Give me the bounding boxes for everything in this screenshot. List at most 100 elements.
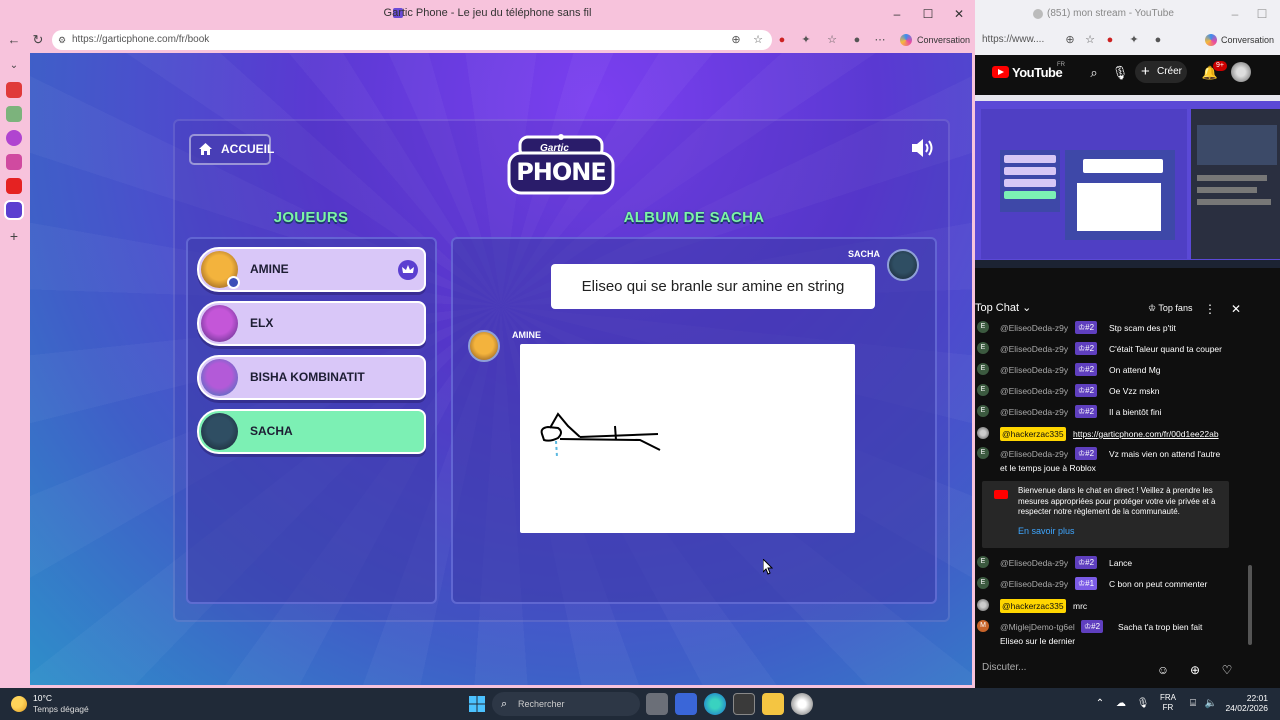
weather-text[interactable]: Temps dégagé (33, 704, 89, 714)
profile-icon[interactable]: ● (848, 31, 866, 49)
sidebar-app-purple-icon[interactable] (6, 130, 22, 146)
youtube-play-icon (994, 490, 1008, 499)
profile-icon[interactable]: ● (1149, 31, 1167, 49)
more-menu-icon[interactable]: ⋯ (871, 31, 889, 49)
right-url-bar[interactable]: https://www.... (982, 31, 1062, 49)
chat-scrollbar[interactable] (1248, 565, 1252, 645)
sidebar-search-icon[interactable] (6, 154, 22, 170)
sound-icon[interactable] (910, 136, 936, 160)
translate-icon[interactable]: ⊕ (1061, 31, 1079, 49)
store-icon[interactable] (733, 693, 755, 715)
avatar: E (977, 384, 989, 396)
back-icon[interactable]: ← (5, 31, 23, 49)
chat-author[interactable]: @MiglejDemo-tg6el (1000, 620, 1075, 634)
edge-icon[interactable] (704, 693, 726, 715)
maximize-icon[interactable]: ☐ (1247, 5, 1277, 23)
favorites-bar-icon[interactable]: ☆ (823, 31, 841, 49)
chat-author[interactable]: @hackerzac335 (1000, 599, 1066, 613)
chat-author[interactable]: @hackerzac335 (1000, 427, 1066, 441)
search-icon[interactable]: ⌕ (1085, 64, 1103, 82)
player-card-amine[interactable]: AMINE (197, 247, 426, 292)
temperature[interactable]: 10°C (33, 693, 52, 703)
chat-author[interactable]: @EliseoDeda-z9y (1000, 384, 1068, 398)
sidebar-youtube-icon[interactable] (6, 178, 22, 194)
chat-author[interactable]: @EliseoDeda-z9y (1000, 321, 1068, 335)
chat-text: Il a bientôt fini (1109, 407, 1162, 417)
chat-link[interactable]: https://garticphone.com/fr/00d1ee22ab (1073, 427, 1219, 441)
chat-author[interactable]: @EliseoDeda-z9y (1000, 556, 1068, 570)
top-fans-button[interactable]: ♔ Top fans (1148, 303, 1192, 314)
youtube-page: YouTube FR ⌕ 🎙 + Créer 🔔 9+ Top Chat ⌄ ♔… (975, 55, 1280, 688)
chat-author[interactable]: @EliseoDeda-z9y (1000, 577, 1068, 591)
extension-red-icon[interactable]: ● (1101, 31, 1119, 49)
file-explorer-icon[interactable] (762, 693, 784, 715)
language-bottom: FR (1162, 703, 1174, 712)
volume-icon[interactable]: 🔈 (1204, 697, 1218, 711)
maximize-icon[interactable]: ☐ (913, 5, 943, 23)
language-indicator[interactable]: FRA FR (1160, 693, 1176, 713)
left-conversation-button[interactable]: Conversation (917, 31, 970, 49)
copilot-icon[interactable] (1205, 34, 1217, 46)
sidebar-app-green-icon[interactable] (6, 106, 22, 122)
sidebar-gartic-icon[interactable] (4, 200, 24, 220)
chat-input[interactable]: Discuter... (982, 662, 1026, 673)
system-clock[interactable]: 22:01 24/02/2026 (1224, 693, 1268, 713)
task-view-icon[interactable] (646, 693, 668, 715)
album-drawing (520, 344, 855, 533)
network-icon[interactable]: ⌸ (1186, 697, 1200, 711)
chat-author[interactable]: @EliseoDeda-z9y (1000, 405, 1068, 419)
chat-author[interactable]: @EliseoDeda-z9y (1000, 342, 1068, 356)
favorite-icon[interactable]: ☆ (1081, 31, 1099, 49)
left-url-bar[interactable]: ⚙ https://garticphone.com/fr/book (52, 30, 772, 50)
extensions-icon[interactable]: ✦ (1125, 31, 1143, 49)
home-button[interactable]: ACCUEIL (189, 134, 274, 165)
chat-author[interactable]: @EliseoDeda-z9y (1000, 363, 1068, 377)
tray-app-icon[interactable]: ☁ (1114, 697, 1128, 711)
player-card-bisha-kombinatit[interactable]: BISHA KOMBINATIT (197, 355, 426, 400)
sidebar-add-icon[interactable]: + (6, 228, 22, 244)
more-vert-icon[interactable]: ⋮ (1202, 301, 1218, 317)
player-card-sacha[interactable]: SACHA (197, 409, 426, 454)
avatar: E (977, 577, 989, 589)
weather-moon-icon[interactable] (11, 696, 27, 712)
chevron-down-icon[interactable]: ⌄ (6, 58, 22, 74)
member-badge: ♔#2 (1075, 556, 1098, 569)
video-player[interactable] (975, 95, 1280, 268)
avatar (977, 427, 989, 439)
player-card-elx[interactable]: ELX (197, 301, 426, 346)
close-icon[interactable]: ✕ (1228, 301, 1244, 317)
refresh-icon[interactable]: ↻ (29, 31, 47, 49)
emoji-icon[interactable]: ☺ (1155, 662, 1171, 678)
learn-more-link[interactable]: En savoir plus (1018, 526, 1075, 536)
taskbar-app-recorder-icon[interactable] (791, 693, 813, 715)
microphone-icon[interactable]: 🎙 (1111, 64, 1129, 82)
add-icon[interactable]: ⊕ (1187, 662, 1203, 678)
sidebar-app-red-icon[interactable] (6, 82, 22, 98)
close-icon[interactable]: ✕ (944, 5, 974, 23)
avatar[interactable] (1231, 62, 1251, 82)
chat-text: Vz mais vien on attend l'autre (1109, 449, 1221, 459)
favorite-icon[interactable]: ☆ (749, 31, 767, 49)
member-badge: ♔#2 (1075, 405, 1098, 418)
chat-mode-dropdown[interactable]: Top Chat ⌄ (975, 301, 1031, 314)
heart-icon[interactable]: ♡ (1219, 662, 1235, 678)
create-button[interactable]: + Créer (1135, 61, 1187, 83)
extensions-icon[interactable]: ✦ (797, 31, 815, 49)
right-conversation-button[interactable]: Conversation (1221, 31, 1274, 49)
microphone-icon[interactable]: 🎙 (1136, 697, 1150, 711)
avatar (887, 249, 919, 281)
extension-red-icon[interactable]: ● (773, 31, 791, 49)
youtube-logo-text[interactable]: YouTube (1012, 65, 1063, 80)
avatar: M (977, 620, 989, 632)
windows-start-icon[interactable] (466, 693, 488, 715)
chat-author[interactable]: @EliseoDeda-z9y (1000, 447, 1068, 461)
show-hidden-icons-icon[interactable]: ⌃ (1093, 697, 1107, 711)
taskbar-search[interactable]: ⌕ Rechercher (492, 692, 640, 716)
badge-rank: #2 (1085, 344, 1095, 353)
minimize-icon[interactable]: – (882, 5, 912, 23)
copilot-icon[interactable] (900, 34, 912, 46)
minimize-icon[interactable]: – (1220, 5, 1250, 23)
translate-icon[interactable]: ⊕ (727, 31, 745, 49)
taskbar-app-blue-icon[interactable] (675, 693, 697, 715)
site-info-icon[interactable]: ⚙ (58, 30, 66, 50)
